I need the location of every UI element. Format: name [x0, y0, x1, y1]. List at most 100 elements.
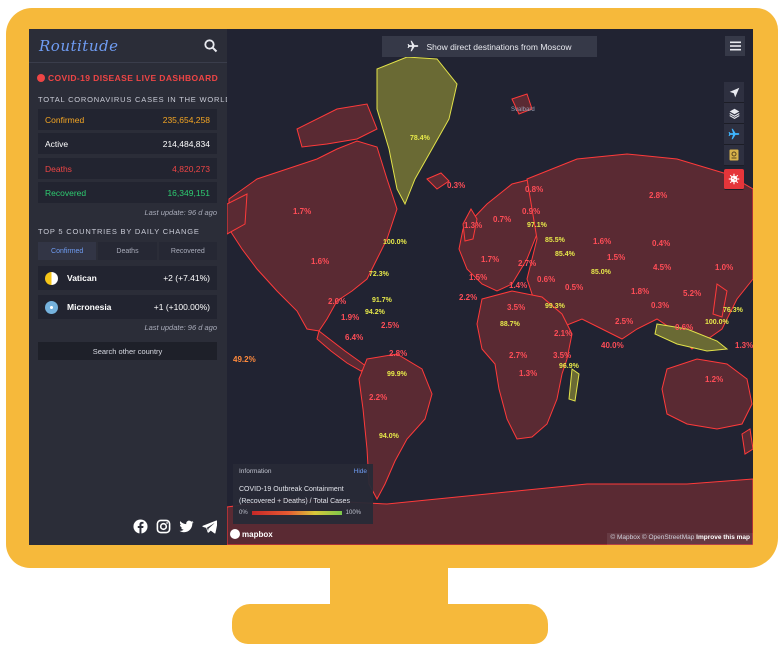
stat-deaths: Deaths 4,820,273: [38, 158, 217, 179]
map-label: 3.5%: [553, 351, 572, 360]
map-label: 0.7%: [493, 215, 512, 224]
map-label: 88.7%: [500, 321, 520, 328]
country-name: Micronesia: [67, 302, 112, 312]
map-label: 0.3%: [651, 301, 670, 310]
map-label: 76.3%: [723, 307, 743, 314]
legend-min: 0%: [239, 510, 248, 516]
map-label: 3.5%: [507, 303, 526, 312]
sidebar-divider: [29, 62, 227, 63]
stat-value: 235,654,258: [162, 114, 210, 125]
layers-icon[interactable]: [724, 103, 744, 124]
total-cases-label: TOTAL CORONAVIRUS CASES IN THE WORLD: [38, 95, 232, 104]
search-other-country-button[interactable]: Search other country: [38, 342, 217, 360]
attribution-text[interactable]: © Mapbox © OpenStreetMap: [610, 534, 694, 541]
map-label: 5.2%: [683, 289, 702, 298]
plane-icon[interactable]: [724, 124, 744, 145]
map-label: 85.0%: [591, 269, 611, 276]
info-hide-link[interactable]: Hide: [354, 468, 367, 475]
country-name: Vatican: [67, 273, 97, 283]
sidebar: Routitude COVID-19 DISEASE LIVE DASHBOAR…: [29, 29, 231, 545]
tab-recovered[interactable]: Recovered: [158, 242, 217, 260]
containment-legend: 0% 100%: [239, 510, 367, 516]
map-label: 1.4%: [509, 281, 528, 290]
map-label: 85.5%: [545, 237, 565, 244]
instagram-icon[interactable]: [156, 519, 171, 534]
vatican-flag-icon: [45, 271, 58, 285]
map-label: 91.7%: [372, 297, 392, 304]
map-label: 2.8%: [649, 191, 668, 200]
map-label: 6.4%: [345, 333, 364, 342]
map-label: 0.6%: [537, 275, 556, 284]
australia-land: [661, 358, 753, 430]
map-label: 1.5%: [607, 253, 626, 262]
map-label: 2.2%: [459, 293, 478, 302]
map-label: 0.5%: [565, 283, 584, 292]
facebook-icon[interactable]: [133, 519, 148, 534]
tab-confirmed[interactable]: Confirmed: [38, 242, 97, 260]
menu-hamburger-icon[interactable]: [725, 36, 745, 56]
micronesia-flag-icon: [45, 300, 58, 314]
social-links: [133, 519, 218, 534]
map-label: 1.6%: [593, 237, 612, 246]
map-controls: [724, 82, 744, 190]
mapbox-logo-icon: [230, 529, 240, 539]
telegram-icon[interactable]: [202, 519, 218, 534]
map-label: 0.9%: [522, 207, 541, 216]
map-label: 49.2%: [233, 355, 256, 364]
map-label: 1.3%: [519, 369, 538, 378]
stat-label: Deaths: [45, 163, 72, 174]
map-label: 1.3%: [464, 221, 483, 230]
info-description: COVID-19 Outbreak Containment (Recovered…: [239, 486, 350, 505]
iceland-land: [426, 172, 450, 190]
map-label: 1.7%: [293, 207, 312, 216]
map-label: 2.8%: [389, 349, 408, 358]
improve-map-link[interactable]: Improve this map: [696, 534, 750, 541]
map-label: 2.7%: [509, 351, 528, 360]
map-label: 40.0%: [601, 341, 624, 350]
stat-value: 214,484,834: [162, 138, 210, 149]
map-label: 78.4%: [410, 135, 430, 142]
map-label: 0.4%: [652, 239, 671, 248]
search-icon[interactable]: [203, 38, 219, 54]
stat-label: Active: [45, 138, 69, 149]
map-label: 1.3%: [735, 341, 753, 350]
plane-icon: [407, 40, 419, 54]
map-label: 2.5%: [381, 321, 400, 330]
covid-virus-icon[interactable]: [724, 169, 744, 190]
legend-max: 100%: [345, 510, 362, 516]
navigation-arrow-icon[interactable]: [724, 82, 744, 103]
virus-icon: [37, 74, 45, 82]
dashboard-title-text: COVID-19 DISEASE LIVE DASHBOARD: [48, 73, 219, 83]
stat-label: Recovered: [45, 187, 87, 198]
stat-active: Active 214,484,834: [38, 133, 217, 154]
map-label: 100.0%: [705, 319, 729, 326]
map-label: 96.9%: [559, 363, 579, 370]
top-countries-label: TOP 5 COUNTRIES BY DAILY CHANGE: [38, 227, 200, 236]
app-screen: Routitude COVID-19 DISEASE LIVE DASHBOAR…: [29, 29, 753, 545]
map-label: 2.0%: [328, 297, 347, 306]
map-label: 2.7%: [518, 259, 537, 268]
app-logo[interactable]: Routitude: [39, 37, 118, 55]
map-label: 94.0%: [379, 433, 399, 440]
tab-deaths[interactable]: Deaths: [98, 242, 157, 260]
map-label: 94.2%: [365, 309, 385, 316]
mapbox-logo-text: mapbox: [242, 529, 273, 539]
mapbox-logo[interactable]: mapbox: [230, 529, 273, 539]
twitter-icon[interactable]: [179, 519, 194, 534]
dashboard-title: COVID-19 DISEASE LIVE DASHBOARD: [37, 73, 218, 83]
stat-label: Confirmed: [45, 114, 85, 125]
country-row-vatican[interactable]: Vatican +2 (+7.41%): [38, 266, 217, 290]
show-direct-destinations-button[interactable]: Show direct destinations from Moscow: [382, 36, 597, 57]
map-label: 2.5%: [615, 317, 634, 326]
map-label: 1.6%: [311, 257, 330, 266]
map-label: 100.0%: [383, 239, 407, 246]
country-change: +1 (+100.00%): [153, 302, 210, 312]
map-label: 1.7%: [481, 255, 500, 264]
map-label: 0.6%: [675, 323, 694, 332]
world-map[interactable]: .land { fill: #5a2a33; stroke: #ff3a3a; …: [227, 29, 753, 545]
country-row-micronesia[interactable]: Micronesia +1 (+100.00%): [38, 295, 217, 319]
map-label: 99.9%: [387, 371, 407, 378]
canada-islands-land: [296, 103, 378, 148]
information-panel: Information Hide COVID-19 Outbreak Conta…: [233, 464, 373, 524]
passport-icon[interactable]: [724, 145, 744, 166]
